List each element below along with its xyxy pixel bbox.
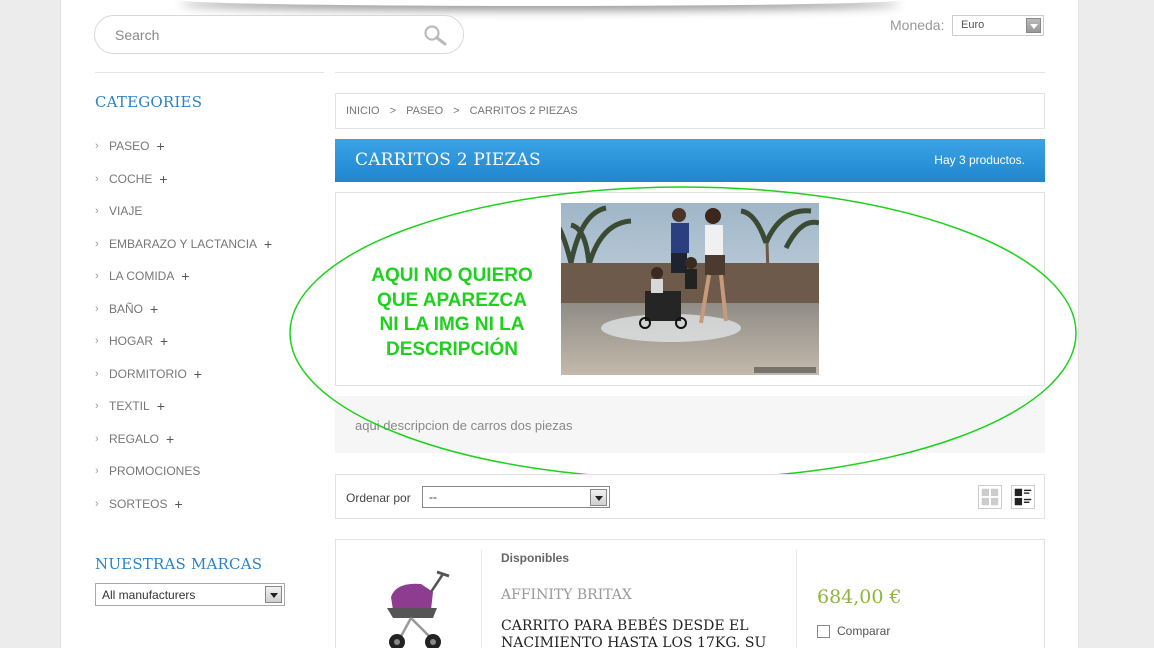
category-label[interactable]: BAÑO	[109, 302, 143, 316]
annotation-line: AQUI NO QUIERO	[371, 265, 533, 286]
category-image	[561, 203, 819, 375]
category-label[interactable]: DORMITORIO	[109, 367, 187, 381]
chevron-right-icon: ›	[95, 140, 99, 153]
category-item-dormitorio[interactable]: › DORMITORIO +	[95, 358, 325, 391]
chevron-down-icon[interactable]	[265, 586, 282, 603]
expand-plus-icon[interactable]: +	[150, 301, 158, 317]
expand-plus-icon[interactable]: +	[157, 398, 165, 414]
breadcrumb-home[interactable]: INICIO	[346, 105, 380, 117]
currency-label: Moneda:	[890, 17, 945, 33]
compare-checkbox[interactable]	[817, 624, 830, 638]
category-title: CARRITOS 2 PIEZAS	[355, 150, 541, 170]
category-header: CARRITOS 2 PIEZAS Hay 3 productos.	[335, 139, 1045, 182]
currency-selected-value: Euro	[961, 19, 985, 31]
annotation-line: QUE APAREZCA	[377, 289, 527, 311]
category-item-promociones[interactable]: › PROMOCIONES	[95, 455, 325, 488]
category-label[interactable]: PROMOCIONES	[109, 464, 200, 478]
chevron-right-icon: ›	[95, 465, 99, 478]
category-label[interactable]: REGALO	[109, 432, 159, 446]
divider	[95, 72, 324, 73]
category-list: › PASEO + › COCHE + › VIAJE › EMBARAZO Y LACTA…	[95, 130, 325, 520]
category-item-coche[interactable]: › COCHE +	[95, 163, 325, 196]
chevron-down-icon[interactable]	[1026, 18, 1041, 33]
breadcrumb-separator-icon: >	[389, 105, 397, 117]
chevron-right-icon: ›	[95, 302, 99, 315]
breadcrumb-separator-icon: >	[453, 105, 460, 117]
chevron-right-icon: ›	[95, 367, 99, 380]
category-label[interactable]: HOGAR	[109, 334, 153, 348]
breadcrumb-current: CARRITOS 2 PIEZAS	[469, 105, 578, 117]
product-card: Disponibles AFFINITY BRITAX CARRITO PARA…	[335, 539, 1045, 648]
annotation-text: AQUI NO QUIERO QUE APAREZCA NI LA IMG NI…	[352, 264, 552, 362]
annotation-line: DESCRIPCIÓN	[386, 338, 518, 360]
product-manufacturer[interactable]: AFFINITY BRITAX	[501, 587, 632, 603]
chevron-right-icon: ›	[95, 335, 99, 348]
currency-select[interactable]: Euro	[952, 15, 1044, 36]
list-view-icon[interactable]	[1011, 485, 1035, 509]
category-label[interactable]: LA COMIDA	[109, 269, 174, 283]
chevron-right-icon: ›	[95, 432, 99, 445]
annotation-line: NI LA IMG NI LA	[379, 314, 525, 335]
chevron-right-icon: ›	[95, 270, 99, 283]
category-label[interactable]: TEXTIL	[109, 399, 150, 413]
divider	[796, 550, 797, 648]
category-item-la-comida[interactable]: › LA COMIDA +	[95, 260, 325, 293]
category-label[interactable]: VIAJE	[109, 204, 142, 218]
category-item-viaje[interactable]: › VIAJE	[95, 195, 325, 228]
sort-selected-value: --	[429, 490, 437, 504]
availability-label: Disponibles	[501, 551, 570, 565]
expand-plus-icon[interactable]: +	[174, 496, 182, 512]
category-description: aqui descripcion de carros dos piezas	[335, 396, 1045, 453]
expand-plus-icon[interactable]: +	[181, 268, 189, 284]
chevron-right-icon: ›	[95, 237, 99, 250]
chevron-right-icon: ›	[95, 400, 99, 413]
category-item-sorteos[interactable]: › SORTEOS +	[95, 488, 325, 521]
category-item-bano[interactable]: › BAÑO +	[95, 293, 325, 326]
expand-plus-icon[interactable]: +	[264, 236, 272, 252]
category-label[interactable]: EMBARAZO Y LACTANCIA	[109, 237, 257, 251]
search-input[interactable]	[115, 25, 405, 45]
brands-title: NUESTRAS MARCAS	[95, 555, 263, 573]
chevron-down-icon[interactable]	[590, 489, 607, 506]
expand-plus-icon[interactable]: +	[160, 333, 168, 349]
categories-title: CATEGORIES	[95, 93, 203, 111]
chevron-right-icon: ›	[95, 497, 99, 510]
compare-toggle[interactable]: Comparar	[817, 624, 890, 638]
expand-plus-icon[interactable]: +	[166, 431, 174, 447]
chevron-right-icon: ›	[95, 205, 99, 218]
expand-plus-icon[interactable]: +	[156, 138, 164, 154]
product-count: Hay 3 productos.	[934, 153, 1025, 167]
product-price: 684,00 €	[817, 586, 902, 608]
product-image[interactable]	[371, 562, 451, 648]
divider	[481, 550, 482, 648]
search-box	[94, 15, 464, 54]
expand-plus-icon[interactable]: +	[194, 366, 202, 382]
search-icon[interactable]	[423, 24, 447, 46]
manufacturer-select[interactable]: All manufacturers	[95, 583, 285, 606]
chevron-right-icon: ›	[95, 172, 99, 185]
category-item-paseo[interactable]: › PASEO +	[95, 130, 325, 163]
breadcrumb-paseo[interactable]: PASEO	[406, 105, 443, 117]
category-label[interactable]: COCHE	[109, 172, 152, 186]
divider	[335, 72, 1045, 73]
category-item-textil[interactable]: › TEXTIL +	[95, 390, 325, 423]
manufacturer-selected-value: All manufacturers	[102, 588, 196, 602]
category-item-hogar[interactable]: › HOGAR +	[95, 325, 325, 358]
category-item-regalo[interactable]: › REGALO +	[95, 423, 325, 456]
sort-bar: Ordenar por --	[335, 474, 1045, 519]
product-name[interactable]: CARRITO PARA BEBÉS DESDE EL NACIMIENTO H…	[501, 618, 771, 648]
breadcrumb: INICIO > PASEO > CARRITOS 2 PIEZAS	[335, 93, 1045, 129]
sort-label: Ordenar por	[346, 491, 411, 505]
category-item-embarazo[interactable]: › EMBARAZO Y LACTANCIA +	[95, 228, 325, 261]
compare-label: Comparar	[837, 624, 891, 638]
sort-select[interactable]: --	[422, 486, 610, 508]
grid-view-icon[interactable]	[978, 485, 1002, 509]
category-label[interactable]: SORTEOS	[109, 497, 167, 511]
category-label[interactable]: PASEO	[109, 139, 149, 153]
expand-plus-icon[interactable]: +	[159, 171, 167, 187]
